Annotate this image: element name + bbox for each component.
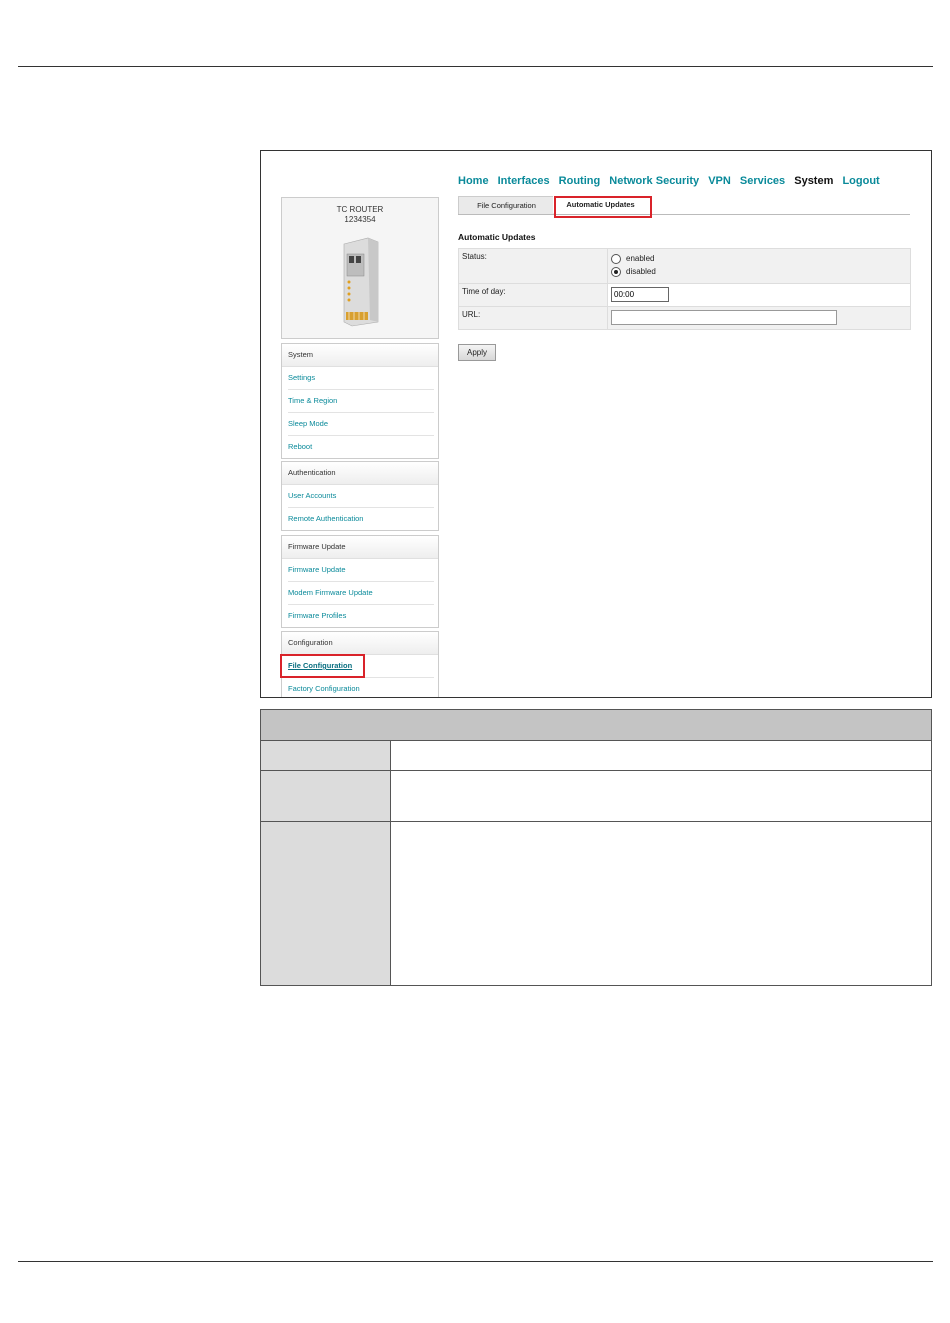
status-enabled-label: enabled: [626, 254, 655, 263]
sidebar-item-time-region[interactable]: Time & Region: [288, 390, 434, 413]
url-input[interactable]: [611, 310, 837, 325]
automatic-updates-form: Status: enabled disabled Time of day: UR…: [458, 248, 911, 330]
sidebar-group-title: System: [282, 344, 438, 367]
radio-disabled[interactable]: [611, 266, 621, 277]
bottom-rule: [18, 1261, 933, 1262]
time-row: Time of day:: [458, 283, 911, 307]
sidebar-item-modem-firmware-update[interactable]: Modem Firmware Update: [288, 582, 434, 605]
sidebar-group-system: System Settings Time & Region Sleep Mode…: [281, 343, 439, 459]
nav-home[interactable]: Home: [458, 175, 489, 187]
nav-services[interactable]: Services: [740, 175, 785, 187]
description-table: [260, 709, 932, 986]
sidebar-item-settings[interactable]: Settings: [288, 367, 434, 390]
url-label: URL:: [458, 306, 608, 330]
sidebar-item-factory-configuration[interactable]: Factory Configuration: [288, 678, 434, 697]
status-options: enabled disabled: [607, 248, 911, 284]
status-row: Status: enabled disabled: [458, 248, 911, 284]
sidebar-item-user-accounts[interactable]: User Accounts: [288, 485, 434, 508]
status-label: Status:: [458, 248, 608, 284]
sidebar-item-firmware-profiles[interactable]: Firmware Profiles: [288, 605, 434, 627]
top-rule: [18, 66, 933, 67]
sidebar-item-sleep-mode[interactable]: Sleep Mode: [288, 413, 434, 436]
device-name: TC ROUTER: [336, 205, 384, 214]
sidebar-item-remote-authentication[interactable]: Remote Authentication: [288, 508, 434, 530]
apply-button[interactable]: Apply: [458, 344, 496, 361]
device-serial: 1234354: [344, 215, 376, 224]
time-cell: [607, 283, 911, 307]
sidebar-group-title: Firmware Update: [282, 536, 438, 559]
time-label: Time of day:: [458, 283, 608, 307]
nav-logout[interactable]: Logout: [842, 175, 879, 187]
sidebar-item-reboot[interactable]: Reboot: [288, 436, 434, 458]
sidebar-group-title: Authentication: [282, 462, 438, 485]
status-disabled-label: disabled: [626, 267, 656, 276]
nav-interfaces[interactable]: Interfaces: [498, 175, 550, 187]
router-web-ui-screenshot: TC ROUTER 1234354 System Settings Time &…: [260, 150, 932, 698]
top-navigation: Home Interfaces Routing Network Security…: [458, 175, 886, 187]
table-row: [260, 821, 932, 986]
radio-enabled[interactable]: [611, 253, 621, 264]
status-option-enabled[interactable]: enabled: [611, 252, 907, 265]
device-info-panel: TC ROUTER 1234354: [281, 197, 439, 339]
nav-network-security[interactable]: Network Security: [609, 175, 699, 187]
highlight-automatic-updates-tab: [554, 196, 652, 218]
sidebar-group-firmware: Firmware Update Firmware Update Modem Fi…: [281, 535, 439, 628]
url-row: URL:: [458, 306, 911, 330]
sidebar-item-firmware-update[interactable]: Firmware Update: [288, 559, 434, 582]
nav-vpn[interactable]: VPN: [708, 175, 731, 187]
tab-file-configuration[interactable]: File Configuration: [458, 196, 555, 214]
nav-routing[interactable]: Routing: [559, 175, 601, 187]
table-header-row: [260, 709, 932, 741]
url-cell: [607, 306, 911, 330]
sidebar-group-authentication: Authentication User Accounts Remote Auth…: [281, 461, 439, 531]
table-row: [260, 770, 932, 822]
nav-system[interactable]: System: [794, 175, 833, 187]
table-row: [260, 740, 932, 771]
highlight-file-configuration: [280, 654, 365, 678]
sidebar-group-title: Configuration: [282, 632, 438, 655]
router-device-image: [343, 237, 379, 327]
status-option-disabled[interactable]: disabled: [611, 265, 907, 278]
section-title: Automatic Updates: [458, 232, 536, 242]
time-of-day-input[interactable]: [611, 287, 669, 302]
tab-bar: File Configuration Automatic Updates: [458, 196, 910, 215]
